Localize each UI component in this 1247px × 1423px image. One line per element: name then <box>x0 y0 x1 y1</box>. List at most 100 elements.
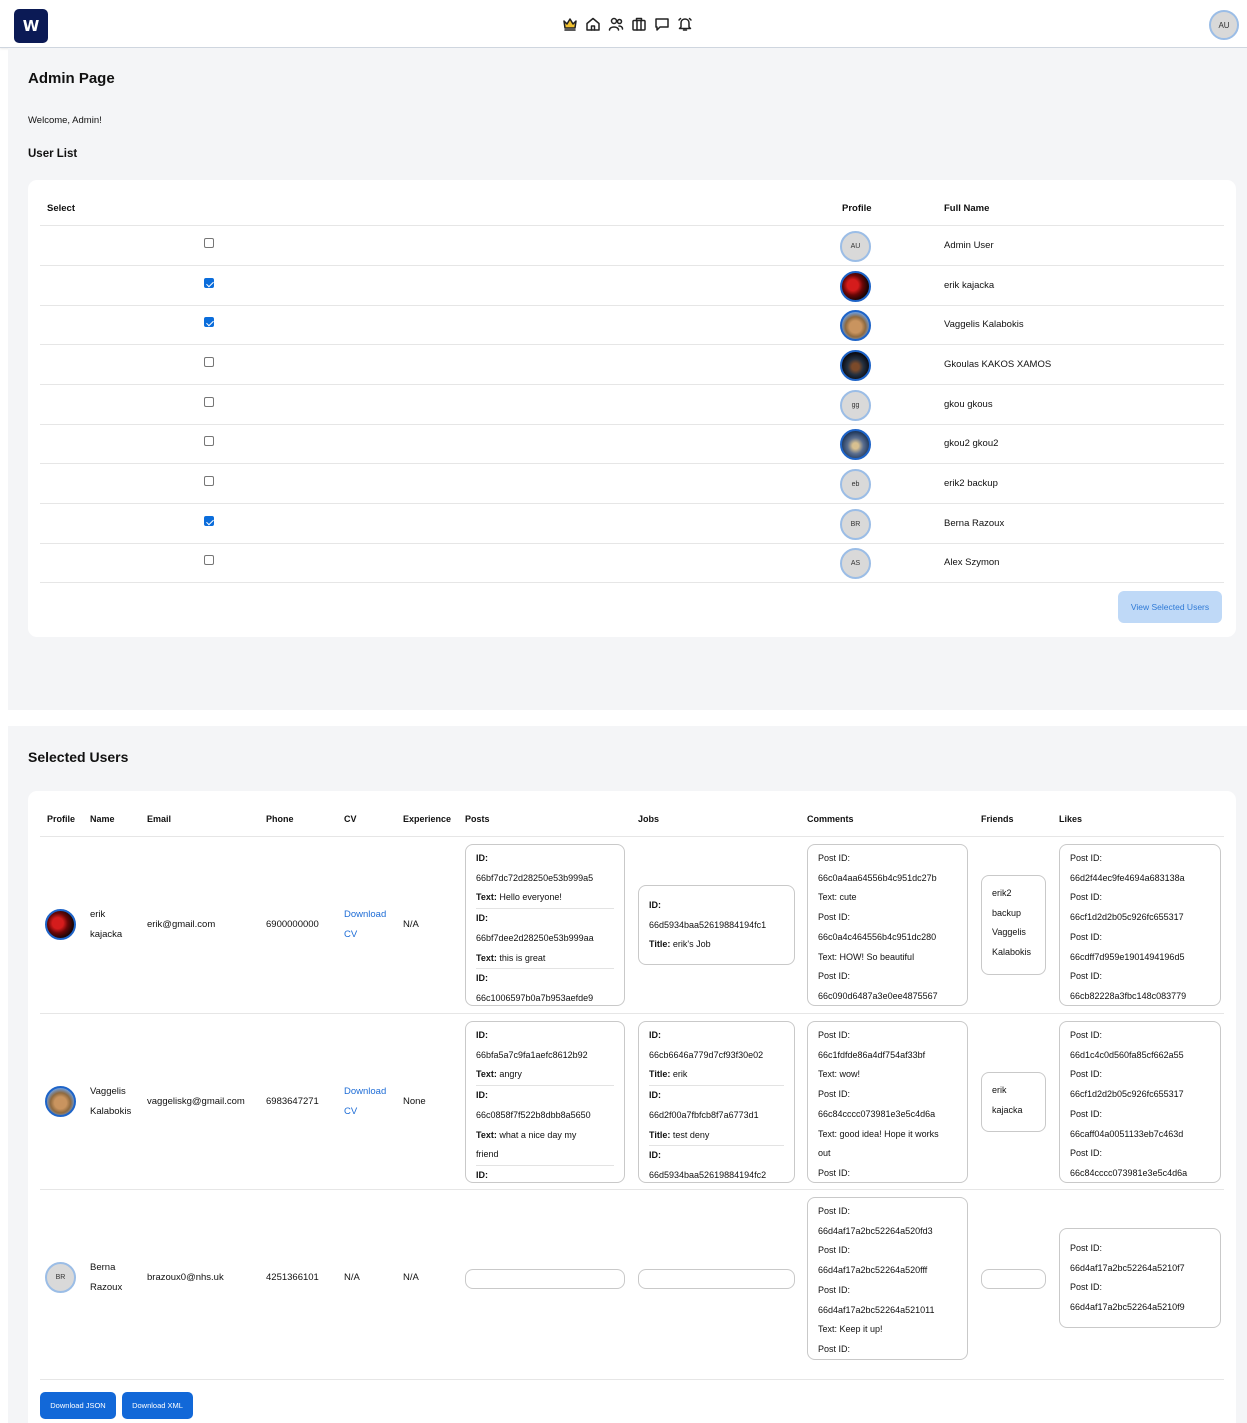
text-label: Text: <box>818 1128 838 1139</box>
main-nav <box>561 15 694 33</box>
id-label: ID: <box>476 913 488 924</box>
comments-box[interactable]: Post ID: 66c0a4aa64556b4c951dc27b Text: … <box>807 844 968 1006</box>
friends-box[interactable]: erik kajacka <box>981 1072 1046 1132</box>
job-title-value: test deny <box>672 1129 710 1140</box>
user-name: Berna Razoux <box>90 1258 122 1298</box>
user-full-name: Admin User <box>944 240 994 251</box>
selected-users-section: Selected Users Profile Name Email Phone … <box>8 726 1247 1423</box>
post-text-value: angry <box>499 1069 522 1080</box>
user-experience: N/A <box>403 1272 419 1283</box>
user-list-card: Select Profile Full Name AU Admin User e… <box>28 180 1236 637</box>
text-label: Text: <box>818 892 838 903</box>
download-cv-link[interactable]: Download CV <box>344 1082 386 1122</box>
user-select-checkbox[interactable] <box>204 476 214 486</box>
comments-box[interactable]: Post ID: 66d4af17a2bc52264a520fd3 Post I… <box>807 1197 968 1360</box>
user-select-checkbox[interactable] <box>204 278 214 288</box>
user-full-name: Alex Szymon <box>944 557 1000 568</box>
bell-icon[interactable] <box>676 15 694 33</box>
user-select-checkbox[interactable] <box>204 516 214 526</box>
users-icon[interactable] <box>607 15 625 33</box>
comment-text: Text: HOW! So beautiful <box>818 948 957 968</box>
user-full-name: erik kajacka <box>944 280 995 291</box>
jobs-box[interactable]: ID: 66d5934baa52619884194fc1 Title: erik… <box>638 885 795 965</box>
job-id: 66d5934baa52619884194fc2 <box>649 1169 767 1180</box>
likes-box[interactable]: Post ID: 66d2f44ec9fe4694a683138a Post I… <box>1059 844 1221 1006</box>
user-row: gg gkou gkous <box>40 385 1224 425</box>
user-full-name: Vaggelis Kalabokis <box>944 319 1024 330</box>
post-id: 66c1006597b0a7b953aefde9 <box>476 992 594 1003</box>
liked-post-id: 66caff04a0051133eb7c463d <box>1070 1128 1184 1139</box>
user-select-checkbox[interactable] <box>204 238 214 248</box>
posts-box-empty[interactable] <box>465 1269 625 1289</box>
comment-post-id: 66c0a4c464556b4c951dc280 <box>818 931 937 942</box>
avatar: AS <box>840 548 871 579</box>
liked-post-id: 66d2f44ec9fe4694a683138a <box>1070 872 1185 883</box>
user-select-checkbox[interactable] <box>204 436 214 446</box>
post-id-label: Post ID: <box>818 1030 851 1040</box>
liked-post-id: 66d1c4c0d560fa85cf662a55 <box>1070 1049 1184 1060</box>
text-label: Text: <box>476 1069 497 1080</box>
name-line: Berna <box>90 1262 116 1273</box>
friends-box-empty[interactable] <box>981 1269 1046 1289</box>
title-label: Title: <box>649 1129 671 1140</box>
user-row: AU Admin User <box>40 226 1224 266</box>
id-label: ID: <box>649 1030 661 1040</box>
briefcase-icon[interactable] <box>630 15 648 33</box>
post-entry: ID: <box>476 969 614 989</box>
id-label: ID: <box>476 973 488 984</box>
text-label: Text: <box>818 951 838 962</box>
user-select-checkbox[interactable] <box>204 317 214 327</box>
comments-box[interactable]: Post ID: 66c1fdfde86a4df754af33bf Text: … <box>807 1021 968 1183</box>
post-id-label: Post ID: <box>1070 971 1103 982</box>
selected-user-row: BR Berna Razoux brazoux0@nhs.uk 42513661… <box>40 1190 1224 1380</box>
likes-box[interactable]: Post ID: 66d1c4c0d560fa85cf662a55 Post I… <box>1059 1021 1221 1183</box>
user-name: Vaggelis Kalabokis <box>90 1082 131 1122</box>
friend-name: erik <box>992 1085 1007 1095</box>
avatar: eb <box>840 469 871 500</box>
post-text: Text: what a nice day my <box>476 1126 614 1146</box>
user-full-name: erik2 backup <box>944 478 998 489</box>
post-id: 66bf7dee2d28250e53b999aa <box>476 932 594 943</box>
view-selected-users-button[interactable]: View Selected Users <box>1118 591 1222 623</box>
post-id-label: Post ID: <box>1070 853 1103 863</box>
app-logo[interactable]: W <box>14 9 48 43</box>
download-cv-link[interactable]: Download CV <box>344 905 386 945</box>
user-select-checkbox[interactable] <box>204 555 214 565</box>
name-line: kajacka <box>90 929 123 940</box>
post-text-value: friend <box>476 1145 614 1166</box>
user-experience: N/A <box>403 919 419 930</box>
user-table-header: Select Profile Full Name <box>40 180 1224 226</box>
posts-box[interactable]: ID: 66bfa5a7c9fa1aefc8612b92 Text: angry… <box>465 1021 625 1183</box>
header-email: Email <box>147 814 172 824</box>
comment-text: Text: Keep it up! <box>818 1320 957 1340</box>
download-json-button[interactable]: Download JSON <box>40 1392 116 1419</box>
user-row: gkou2 gkou2 <box>40 424 1224 464</box>
likes-box[interactable]: Post ID: 66d4af17a2bc52264a5210f7 Post I… <box>1059 1228 1221 1328</box>
message-icon[interactable] <box>653 15 671 33</box>
friend-name: backup <box>992 907 1022 918</box>
download-xml-button[interactable]: Download XML <box>122 1392 193 1419</box>
job-title: Title: erik's Job <box>649 935 784 955</box>
liked-post-id: 66d4af17a2bc52264a5210f7 <box>1070 1262 1185 1273</box>
comment-post-id: 66d4af17a2bc52264a520fff <box>818 1265 928 1276</box>
user-select-checkbox[interactable] <box>204 357 214 367</box>
post-text: Text: Hello everyone! <box>476 888 614 910</box>
crown-icon[interactable] <box>561 15 579 33</box>
user-row: eb erik2 backup <box>40 464 1224 504</box>
page-title: Admin Page <box>28 70 115 87</box>
post-id-label: Post ID: <box>818 1167 851 1178</box>
jobs-box-empty[interactable] <box>638 1269 795 1289</box>
text-label: Text: <box>476 1129 497 1140</box>
post-id-label: Post ID: <box>1070 1108 1103 1119</box>
comment-text: Text: wow! <box>818 1065 957 1085</box>
avatar: gg <box>840 390 871 421</box>
user-select-checkbox[interactable] <box>204 397 214 407</box>
posts-box[interactable]: ID: 66bf7dc72d28250e53b999a5 Text: Hello… <box>465 844 625 1006</box>
home-icon[interactable] <box>584 15 602 33</box>
friends-box[interactable]: erik2 backup Vaggelis Kalabokis <box>981 875 1046 975</box>
post-id-label: Post ID: <box>818 853 851 863</box>
selected-user-row: erik kajacka erik@gmail.com 6900000000 D… <box>40 837 1224 1014</box>
user-avatar[interactable]: AU <box>1209 10 1239 40</box>
title-label: Title: <box>649 939 671 950</box>
jobs-box[interactable]: ID: 66cb6646a779d7cf93f30e02 Title: erik… <box>638 1021 795 1183</box>
